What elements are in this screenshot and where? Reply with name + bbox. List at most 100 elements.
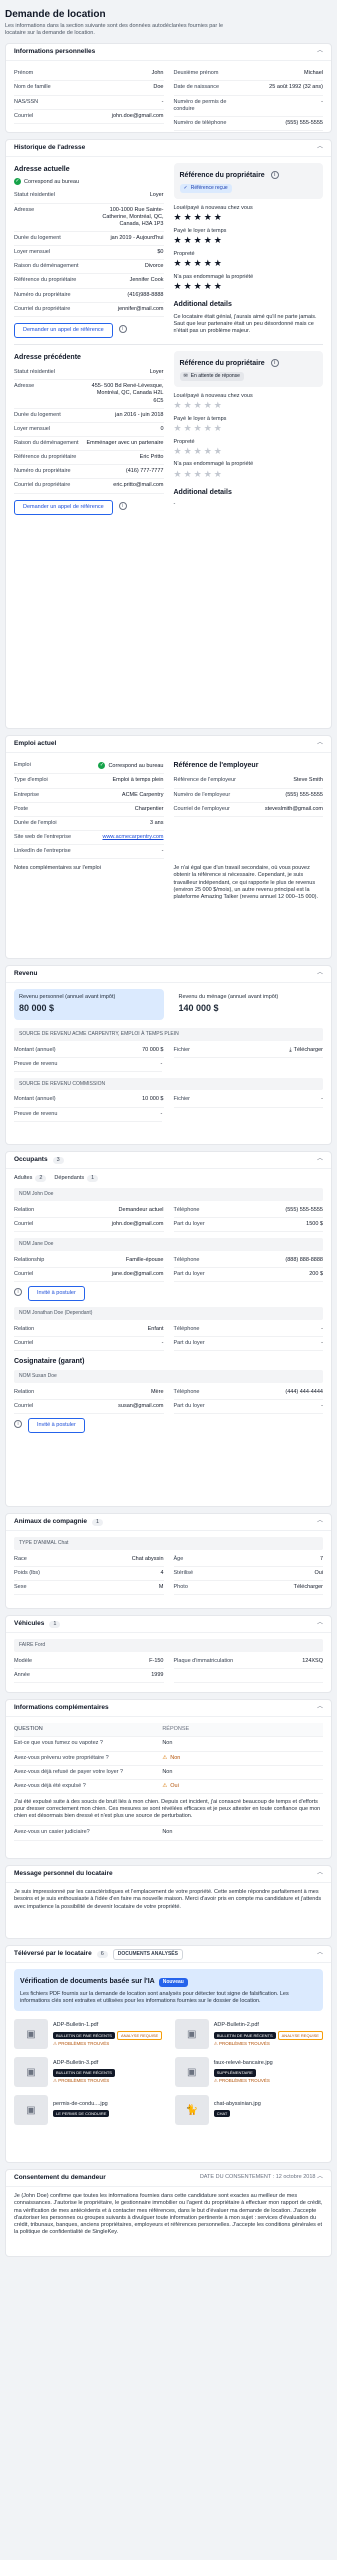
field-label: Courriel: [14, 1339, 34, 1346]
collapse-icon[interactable]: ︿: [317, 1870, 323, 1878]
document-item[interactable]: 🐈 chat-abyssinian.jpg CHAT: [174, 2095, 323, 2126]
additional-details-text: Ce locataire était génial, j'aurais aimé…: [173, 313, 317, 334]
occupant-entry: NOM Jonathan Doe (Dependant) Relation Enfa…: [14, 1307, 323, 1351]
field-label: Référence du propriétaire: [14, 277, 77, 284]
rating-question: N'a pas endommagé la propriété: [173, 461, 254, 468]
issues-found-label: PROBLÈMES TROUVÉS: [58, 2040, 110, 2046]
field-row: Poste Charpentier: [14, 803, 164, 817]
info-icon: i: [118, 501, 127, 510]
field-row: Courriel du propriétaire jennifer@mail.co…: [14, 303, 164, 317]
collapse-icon[interactable]: ︿: [317, 1704, 323, 1712]
document-info: ADP-Bulletin-2.pdf BULLETIN DE PAIE RÉCEN…: [213, 2022, 323, 2047]
invite-button[interactable]: Invité à postuler: [28, 1285, 85, 1302]
download-label: Télécharger: [293, 1046, 323, 1053]
field-row: NAS/SSN -: [14, 96, 164, 110]
employer-reference-title: Référence de l'employeur: [173, 762, 259, 770]
collapse-icon[interactable]: ︿: [317, 144, 323, 152]
occupant-entry: NOM Jane Doe Relationship Famille-épouse Té…: [14, 1238, 323, 1302]
proof-value: -: [160, 1110, 163, 1117]
address-details: Adresse actuelle ✓ Correspond au bureau Sta…: [14, 163, 164, 339]
issues-found-label: PROBLÈMES TROUVÉS: [58, 2078, 110, 2084]
collapse-icon[interactable]: ︿: [317, 970, 323, 978]
document-item[interactable]: ▣ ADP-Bulletin-3.pdf BULLETIN DE PAIE RÉCE…: [14, 2057, 162, 2088]
image-icon: ▣: [174, 2057, 209, 2088]
collapse-icon[interactable]: ︿: [317, 740, 323, 748]
field-row: Courriel john.doe@gmail.com: [14, 1218, 164, 1233]
field-label: Numéro de permis de conduire: [173, 98, 227, 112]
file-label: Fichier: [173, 1046, 191, 1053]
issues-found-tag: ⚠ PROBLÈMES TROUVÉS: [214, 2041, 323, 2047]
field-label: Poids (lbs): [14, 1569, 40, 1576]
field-value: Loyer: [149, 192, 164, 199]
field-value-text: 3 ans: [150, 819, 164, 826]
field-value: 1999: [151, 1671, 164, 1678]
collapse-icon[interactable]: ︿: [317, 1620, 323, 1628]
personal-info-grid: Prénom John Nom de famille Doe NAS/SSN - Courr…: [6, 61, 331, 132]
occupant-entry: NOM John Doe Relation Demandeur actuel Télé…: [14, 1188, 323, 1233]
field-row: Fichier -: [173, 1093, 323, 1108]
field-pair-row: Race Chat abyssin Âge 7: [14, 1553, 323, 1567]
field-label: Poste: [14, 805, 29, 812]
field-row: Téléphone (888) 888-8888: [173, 1254, 323, 1268]
request-reference-button[interactable]: Demander un appel de référence: [14, 499, 113, 515]
collapse-icon[interactable]: ︿: [317, 1518, 323, 1526]
star-rating: ★★★★★: [173, 212, 224, 223]
address-history-card: Historique de l'adresse ︿ Adresse actuell…: [5, 139, 332, 730]
table-row: Avez-vous déjà été expulsé ? ⚠ Oui: [14, 1780, 323, 1794]
request-reference-button[interactable]: Demander un appel de référence: [14, 322, 113, 339]
field-row: Numéro de permis de conduire -: [173, 96, 323, 117]
personal-info-title: Informations personnelles: [14, 48, 96, 56]
document-type-tag: LE PERMIS DE CONDUIRE: [53, 2110, 110, 2118]
issues-found-label: PROBLÈMES TROUVÉS: [218, 2078, 270, 2084]
document-item[interactable]: ▣ ADP-Bulletin-1.pdf BULLETIN DE PAIE RÉCE…: [14, 2019, 163, 2050]
amount-label: Montant (annuel): [14, 1096, 56, 1103]
document-info: faux-relevé-bancaire.jpg SUPPLÉMENTAIRE ⚠ …: [213, 2060, 273, 2084]
field-row: Raison du déménagement Emménager avec un …: [14, 437, 164, 452]
cosigner-title: Cosignataire (garant): [14, 1357, 85, 1365]
document-item[interactable]: ▣ ADP-Bulletin-2.pdf BULLETIN DE PAIE RÉCE…: [174, 2019, 323, 2050]
field-value: (888) 888-8888: [285, 1256, 323, 1263]
document-item[interactable]: ▣ permis-de-condu....jpg LE PERMIS DE COND…: [14, 2095, 162, 2126]
occupant-name-tag: NOM John Doe: [14, 1188, 323, 1201]
question-text: Est-ce que vous fumez ou vapotez ?: [14, 1740, 103, 1747]
income-source-tag: SOURCE DE REVENU ACME CARPENTRY, EMPLOI …: [14, 1028, 323, 1041]
field-row: [173, 1669, 323, 1684]
collapse-icon[interactable]: ︿: [317, 1950, 323, 1958]
download-link[interactable]: ⤓ Télécharger: [245, 1047, 323, 1054]
field-row: Deuxième prénom Michael: [173, 67, 323, 82]
analysis-required-tag: ANALYSE REQUISE: [116, 2030, 163, 2040]
field-row: Part du loyer 1500 $: [173, 1218, 323, 1233]
field-row: Relation Demandeur actuel: [14, 1204, 164, 1219]
field-value: 4: [160, 1569, 164, 1576]
collapse-icon[interactable]: ︿: [317, 1156, 323, 1164]
field-value: (444) 444-4444: [285, 1388, 323, 1395]
response-value: Non: [162, 1740, 323, 1747]
document-item[interactable]: ▣ faux-relevé-bancaire.jpg SUPPLÉMENTAIRE ⚠…: [174, 2057, 323, 2088]
field-label: Entreprise: [14, 791, 40, 798]
address-details: Adresse précédente Statut résidentiel Loye…: [14, 351, 164, 515]
additional-details-title: Additional details: [173, 489, 232, 497]
field-label: Courriel: [14, 112, 34, 119]
personal-right-col: Deuxième prénom Michael Date de naissance 2…: [173, 67, 323, 131]
match-badge: ✓ Correspond au bureau: [14, 178, 164, 186]
star-rating: ★★★★★: [173, 422, 224, 433]
collapse-icon[interactable]: ︿: [317, 2174, 323, 2180]
question-text: Avez-vous déjà refusé de payer votre loy…: [14, 1768, 124, 1775]
reference-status-box: Référence du propriétaire i ✉ En attente de…: [173, 351, 323, 387]
application-page: Demande de location Les informations dan…: [0, 0, 337, 2560]
occupant-name-tag: NOM Jonathan Doe (Dependant): [14, 1307, 323, 1320]
invite-button[interactable]: Invité à postuler: [28, 1417, 85, 1433]
message-title: Message personnel du locataire: [14, 1870, 113, 1878]
field-row: Adresse 455- 500 Bd René-Lévesque, Montré…: [14, 380, 164, 409]
field-row: Race Chat abyssin: [14, 1553, 164, 1567]
field-row: Poids (lbs) 4: [14, 1567, 164, 1582]
field-label: Numéro du propriétaire: [14, 291, 71, 298]
eviction-explanation: J'ai été expulsé suite à des soucis de b…: [14, 1794, 323, 1827]
download-link[interactable]: Télécharger: [245, 1584, 323, 1591]
employment-body: Emploi ✓ Correspond au bureau Type d'emploi…: [6, 753, 331, 907]
field-value: (416)988-8888: [127, 291, 164, 298]
additional-info-card: Informations complémentaires ︿ QUESTION RÉ…: [5, 1699, 332, 1860]
collapse-icon[interactable]: ︿: [317, 48, 323, 56]
website-link[interactable]: www.acmecarpentry.com: [102, 834, 163, 840]
issues-found-label: PROBLÈMES TROUVÉS: [218, 2040, 270, 2046]
